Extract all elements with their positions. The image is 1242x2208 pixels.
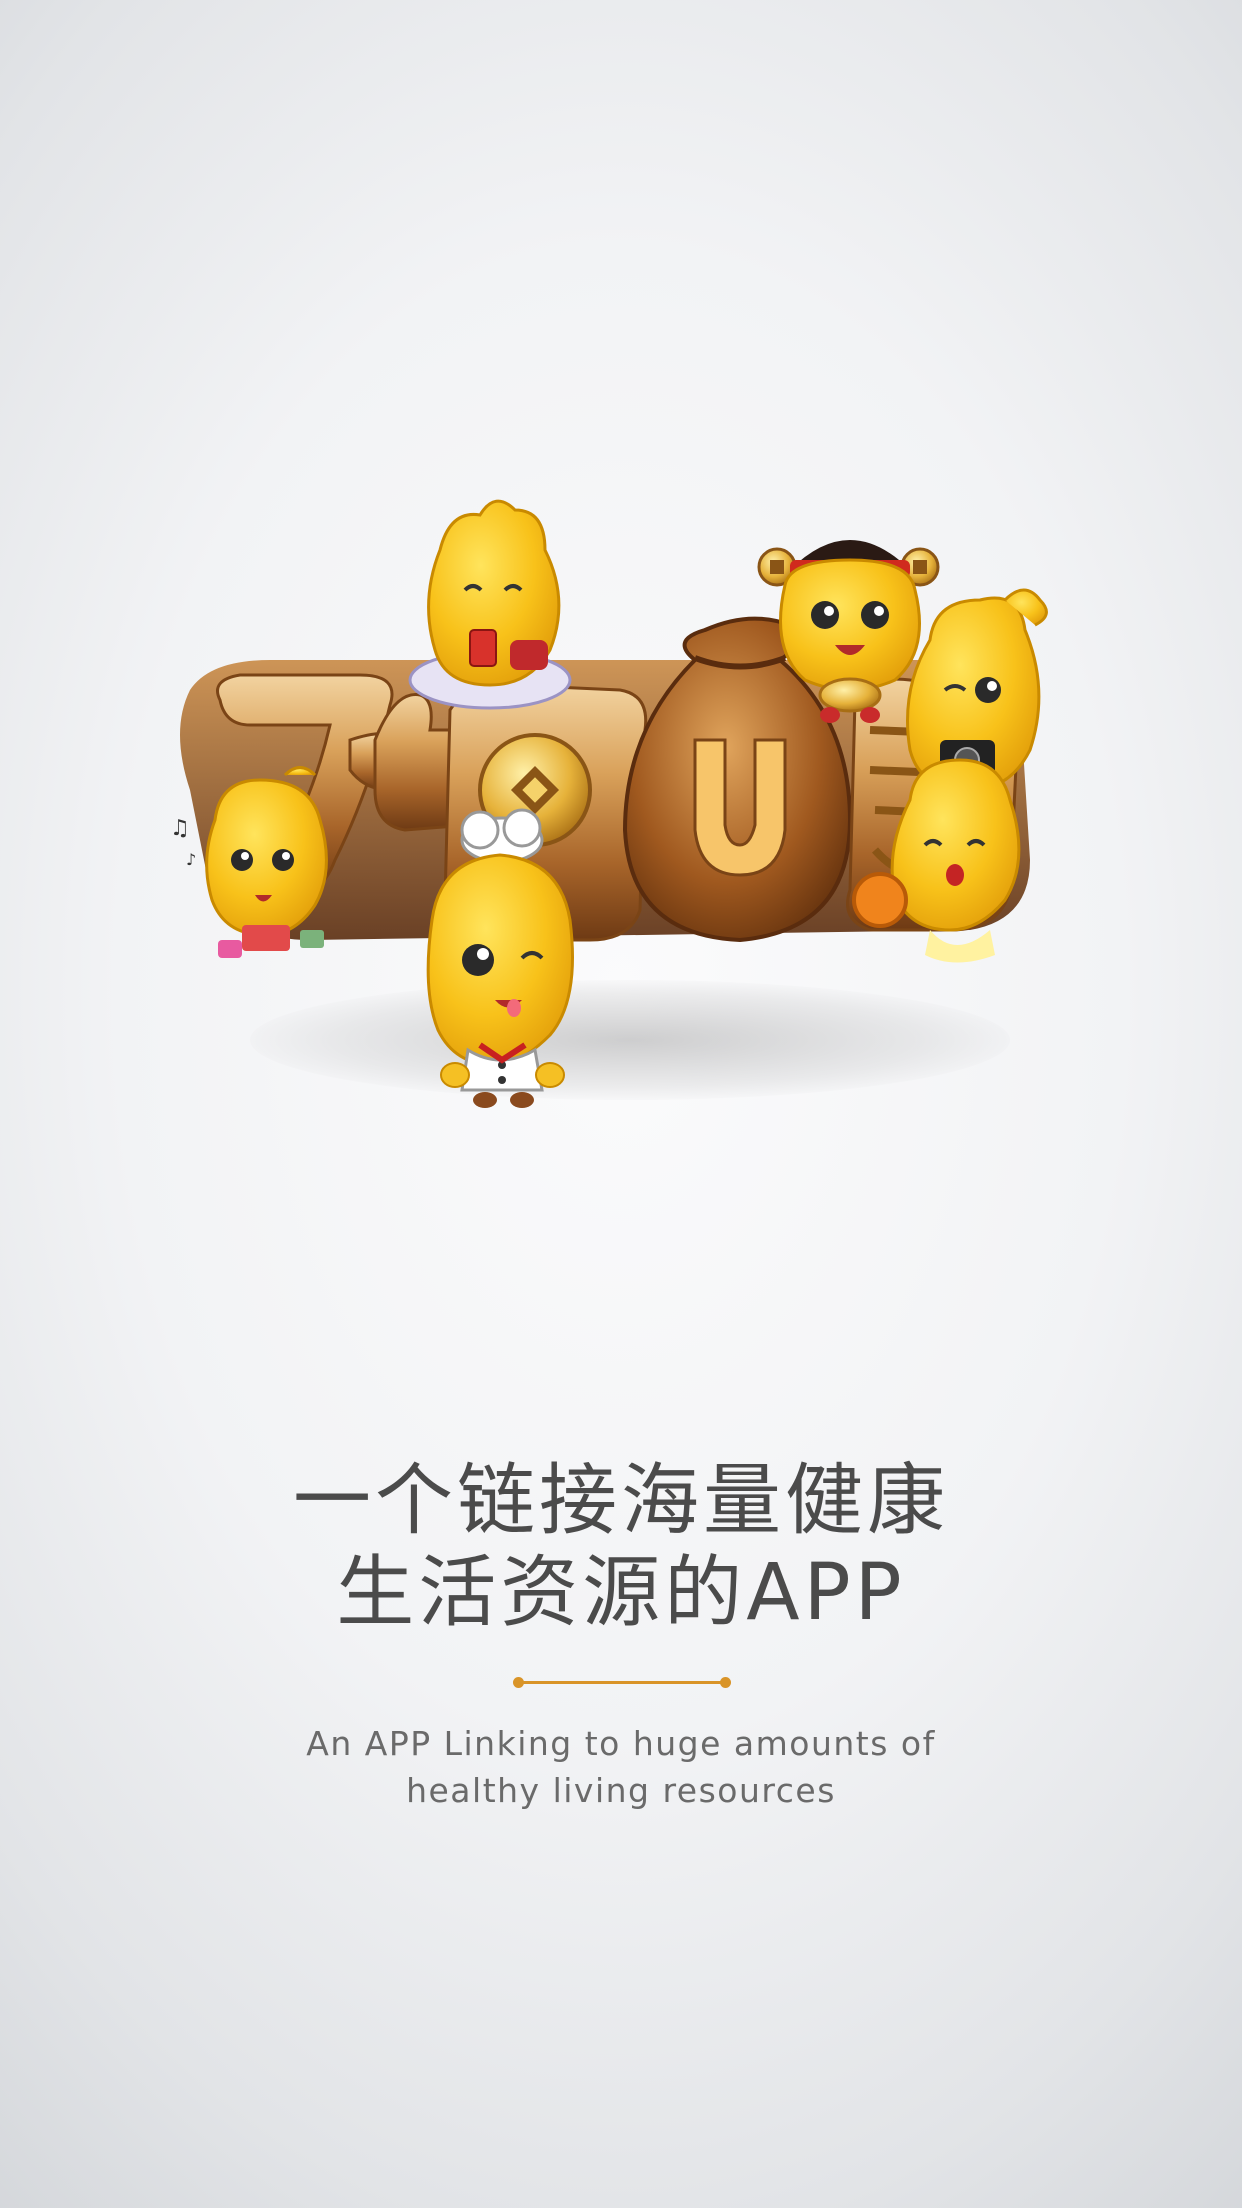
divider-dot-right: [720, 1677, 731, 1688]
tagline-cn-line-1: 一个链接海量健康: [292, 1456, 949, 1546]
divider-dot-left: [513, 1677, 524, 1688]
tagline-divider: [513, 1677, 731, 1688]
svg-text:♫: ♫: [170, 816, 190, 841]
tagline-en-line-2: healthy living resources: [406, 1771, 836, 1810]
tagline-english: An APP Linking to huge amounts of health…: [0, 1720, 1242, 1814]
app-logo-artwork: ♫ ♪: [150, 490, 1100, 1110]
tagline-en-line-1: An APP Linking to huge amounts of: [306, 1724, 936, 1763]
svg-text:♪: ♪: [186, 850, 196, 869]
tagline-chinese: 一个链接海量健康 生活资源的APP: [0, 1455, 1242, 1639]
splash-screen: ♫ ♪ 一个链接海量健康 生活资源的APP An APP Linking to …: [0, 0, 1242, 2208]
tagline-cn-line-2: 生活资源的APP: [336, 1548, 906, 1638]
